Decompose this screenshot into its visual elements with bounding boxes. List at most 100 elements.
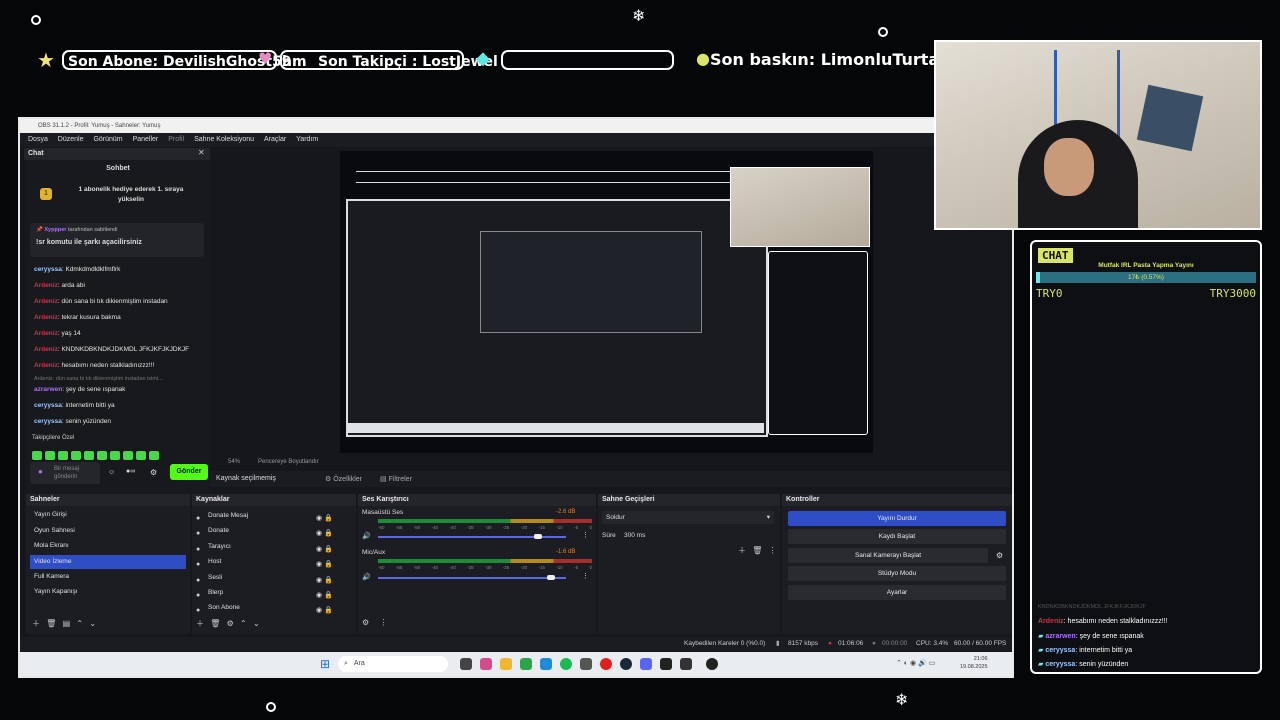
app-icon[interactable] — [660, 658, 672, 670]
message-input[interactable]: ● Bir mesaj gönderin — [30, 462, 100, 484]
trash-icon[interactable]: 🗑 — [752, 546, 762, 555]
filter-icon[interactable]: ▤ — [63, 619, 71, 628]
scene-item[interactable]: Full Kamera — [30, 570, 186, 584]
spotify-icon[interactable] — [560, 658, 572, 670]
menu-profile[interactable]: Profil — [168, 136, 184, 143]
up-icon[interactable]: ⌃ — [240, 619, 247, 628]
file-explorer-icon[interactable] — [460, 658, 472, 670]
speaker-icon[interactable]: 🔊 — [362, 532, 371, 540]
settings-button[interactable]: Ayarlar — [788, 585, 1006, 600]
speaker-icon[interactable]: 🔊 — [362, 573, 371, 581]
fit-label[interactable]: Pencereye Boyutlandır — [258, 459, 319, 465]
studio-mode-button[interactable]: Stüdyo Modu — [788, 566, 1006, 581]
emote-icon[interactable] — [149, 451, 159, 460]
emote-icon[interactable] — [110, 451, 120, 460]
scene-item[interactable]: Yayın Girişi — [30, 508, 186, 522]
menu-view[interactable]: Görünüm — [93, 136, 122, 143]
scene-toolbar: ＋ 🗑 ▤ ⌃ ⌄ — [32, 618, 96, 629]
chevron-down-icon: ▾ — [766, 514, 770, 521]
chrome-icon[interactable] — [520, 658, 532, 670]
menu-scene-collection[interactable]: Sahne Koleksiyonu — [194, 136, 254, 143]
send-button[interactable]: Gönder — [170, 464, 208, 480]
points-icon[interactable]: ●∞ — [126, 468, 135, 475]
gear-icon[interactable]: ⚙ — [996, 551, 1003, 560]
trash-icon[interactable]: 🗑 — [210, 619, 220, 628]
visibility-icons[interactable]: ◉ 🔒 ◉ 🔒 ◉ 🔒 ◉ 🔒 ◉ 🔒 ◉ 🔒 ◉ 🔒 — [316, 511, 333, 619]
emoji-icon[interactable]: ☺ — [108, 469, 115, 476]
emote-icon[interactable] — [58, 451, 68, 460]
menu-file[interactable]: Dosya — [28, 136, 48, 143]
preview-taskbar — [348, 423, 764, 433]
add-icon[interactable]: ＋ — [196, 619, 204, 628]
taskbar-search[interactable]: ⌕ Ara — [338, 656, 448, 672]
down-icon[interactable]: ⌄ — [89, 619, 96, 628]
scene-item[interactable]: Yayın Kapanışı — [30, 585, 186, 599]
start-recording-button[interactable]: Kaydı Başlat — [788, 529, 1006, 544]
up-icon[interactable]: ⌃ — [76, 619, 83, 628]
menu-edit[interactable]: Düzenle — [58, 136, 84, 143]
chat-header: Sohbet — [106, 165, 130, 172]
emote-icon[interactable] — [32, 451, 42, 460]
obs-icon[interactable] — [706, 658, 718, 670]
clock[interactable]: 21:06 19.08.2025 — [960, 655, 988, 671]
volume-slider-knob[interactable] — [546, 575, 555, 580]
transition-select[interactable]: Soldur ▾ — [602, 511, 774, 524]
gear-icon[interactable]: ⚙ — [227, 619, 234, 628]
chat-text: : hesabımı neden stalkladınızzz!!! — [57, 362, 155, 369]
trash-icon[interactable]: 🗑 — [46, 619, 56, 628]
properties-button[interactable]: ⚙ Özellikler — [325, 475, 362, 483]
scene-item[interactable]: Mola Ekranı — [30, 539, 186, 553]
emote-icon[interactable] — [84, 451, 94, 460]
duration-input[interactable]: 300 ms — [624, 532, 645, 539]
emote-icon[interactable] — [136, 451, 146, 460]
chat-user: azrarwen — [1045, 633, 1076, 640]
stop-stream-button[interactable]: Yayını Durdur — [788, 511, 1006, 526]
down-icon[interactable]: ⌄ — [253, 619, 260, 628]
kebab-icon[interactable]: ⋮ — [769, 546, 777, 555]
preview-canvas[interactable] — [340, 151, 873, 453]
gift-icon: 1 — [40, 188, 52, 200]
opera-icon[interactable] — [600, 658, 612, 670]
add-icon[interactable]: ＋ — [738, 546, 746, 555]
kebab-icon[interactable]: ⋮ — [582, 572, 589, 580]
steam-icon[interactable] — [620, 658, 632, 670]
menu-help[interactable]: Yardım — [296, 136, 318, 143]
emote-icon[interactable] — [97, 451, 107, 460]
emote-icon[interactable] — [71, 451, 81, 460]
add-icon[interactable]: ＋ — [32, 619, 40, 628]
emote-icon[interactable] — [45, 451, 55, 460]
chat-text: : yaş 14 — [57, 330, 81, 337]
filters-button[interactable]: ▤ Filtreler — [380, 475, 412, 483]
duration-label: Süre — [602, 532, 616, 539]
gear-icon[interactable]: ⚙ — [150, 468, 157, 477]
app-icon[interactable] — [680, 658, 692, 670]
gear-icon[interactable]: ⚙ — [362, 618, 369, 627]
goal-progress: 17₺ (0.57%) — [1128, 274, 1164, 281]
kebab-icon[interactable]: ⋮ — [379, 618, 387, 627]
app-icon[interactable] — [480, 658, 492, 670]
tick-label: -45 — [431, 525, 438, 530]
chat-text: : KNDNKDBKNDKJDKMDL JFKJKFJKJDKJF — [57, 346, 190, 353]
folder-icon[interactable] — [500, 658, 512, 670]
tray-icons[interactable]: ⌃ ◐ ◉ 🔊 ▭ — [896, 659, 935, 667]
menu-docks[interactable]: Paneller — [133, 136, 159, 143]
volume-slider[interactable] — [378, 577, 566, 579]
preview-nested-inner — [480, 231, 702, 333]
emote-icon[interactable] — [123, 451, 133, 460]
kebab-icon[interactable]: ⋮ — [582, 531, 589, 539]
record-icon: ● — [872, 640, 876, 647]
edge-icon[interactable] — [540, 658, 552, 670]
start-virtual-camera-button[interactable]: Sanal Kamerayı Başlat — [788, 548, 988, 563]
chat-user: ceryyssa — [1045, 647, 1076, 654]
chat-user: Ardeniz — [34, 314, 58, 321]
discord-icon[interactable] — [640, 658, 652, 670]
windows-start-icon[interactable]: ⊞ — [320, 657, 330, 671]
volume-slider-knob[interactable] — [533, 534, 542, 539]
app-icon[interactable] — [580, 658, 592, 670]
zoom-label[interactable]: 54% — [228, 459, 240, 465]
scene-item-selected[interactable]: Video İzleme — [30, 555, 186, 569]
menu-tools[interactable]: Araçlar — [264, 136, 286, 143]
scene-item[interactable]: Oyun Sahnesi — [30, 524, 186, 538]
close-icon[interactable]: ✕ — [198, 148, 205, 157]
tick-label: -15 — [538, 565, 545, 570]
